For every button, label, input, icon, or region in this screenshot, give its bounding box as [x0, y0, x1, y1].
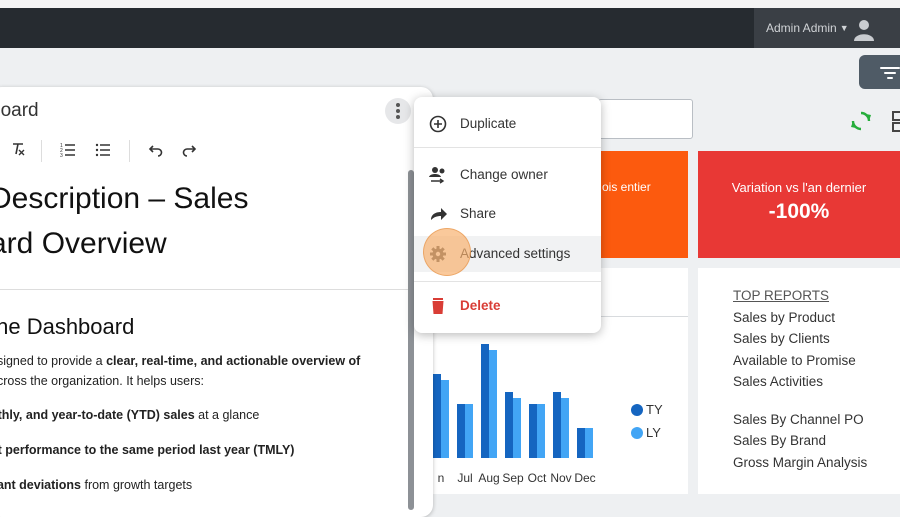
- bar-ly-n: [441, 380, 449, 458]
- text: across the organization. It helps users:: [0, 374, 205, 388]
- undo-icon[interactable]: [147, 141, 163, 157]
- add-circle-icon: [429, 115, 447, 133]
- top-reports-card: TOP REPORTS Sales by Product Sales by Cl…: [698, 268, 900, 494]
- refresh-icon[interactable]: [850, 110, 872, 132]
- kpi-card-variation: Variation vs l'an dernier -100%: [698, 151, 900, 258]
- report-link[interactable]: Gross Margin Analysis: [733, 455, 867, 470]
- report-link[interactable]: Available to Promise: [733, 353, 856, 368]
- filter-button[interactable]: [859, 55, 900, 89]
- bullet-item: cant deviations from growth targets: [0, 478, 192, 492]
- trash-icon: [432, 298, 444, 314]
- context-menu: Duplicate Change owner Share Advanced se…: [414, 97, 601, 333]
- report-link[interactable]: Sales Activities: [733, 374, 823, 389]
- bold-text: nt performance to the same period last y…: [0, 443, 295, 457]
- menu-item-label: Share: [460, 206, 497, 221]
- menu-separator: [414, 147, 601, 148]
- layout-icon[interactable]: [892, 110, 900, 132]
- bar-ty-n: [433, 374, 441, 458]
- x-tick-label: Sep: [502, 471, 524, 485]
- legend-label: TY: [646, 402, 663, 417]
- menu-item-duplicate[interactable]: Duplicate: [414, 106, 601, 142]
- menu-item-label: Delete: [460, 298, 501, 313]
- menu-item-label: Advanced settings: [460, 246, 571, 261]
- people-swap-icon: [429, 167, 445, 184]
- text: from growth targets: [81, 478, 193, 492]
- heading-1: Description – Sales: [0, 182, 249, 215]
- clear-format-icon[interactable]: [10, 141, 26, 157]
- bar-ly-nov: [561, 398, 569, 458]
- bar-ty-oct: [529, 404, 537, 458]
- ordered-list-icon[interactable]: 1 2 3: [60, 141, 76, 157]
- x-tick-label: Aug: [478, 471, 499, 485]
- share-arrow-icon: [431, 208, 447, 220]
- menu-item-label: Duplicate: [460, 116, 517, 131]
- svg-text:3: 3: [60, 153, 63, 157]
- bold-text: cant deviations: [0, 478, 81, 492]
- legend-label: LY: [646, 425, 661, 440]
- description-editor-panel: board 1 2 3 Description – Sales ard Over…: [0, 87, 433, 517]
- report-link[interactable]: Sales by Clients: [733, 331, 830, 346]
- heading-2: the Dashboard: [0, 314, 135, 339]
- top-navbar: Admin Admin ▼: [0, 8, 900, 48]
- bold-text: nthly, and year-to-date (YTD) sales: [0, 408, 195, 422]
- top-reports-title[interactable]: TOP REPORTS: [733, 288, 829, 303]
- divider: [0, 289, 433, 290]
- bar-ty-jul: [457, 404, 465, 458]
- text: esigned to provide a: [0, 354, 107, 368]
- toolbar-separator: [41, 140, 42, 162]
- bar-ly-aug: [489, 350, 497, 458]
- legend-marker: [631, 427, 643, 439]
- bar-ly-oct: [537, 404, 545, 458]
- paragraph: esigned to provide a clear, real-time, a…: [0, 354, 360, 368]
- bullet-item: nt performance to the same period last y…: [0, 443, 294, 457]
- x-tick-label: Oct: [528, 471, 547, 485]
- menu-item-change-owner[interactable]: Change owner: [414, 157, 601, 193]
- x-tick-label: n: [438, 471, 445, 485]
- filter-icon: [880, 67, 900, 69]
- x-tick-label: Jul: [457, 471, 472, 485]
- x-tick-label: Nov: [550, 471, 571, 485]
- kpi-value: -100%: [768, 200, 830, 223]
- kpi-label: Variation vs l'an dernier: [731, 180, 867, 195]
- bold-text: clear, real-time, and actionable overvie…: [106, 354, 361, 368]
- kpi-label: ois entier: [602, 180, 651, 194]
- bar-ty-nov: [553, 392, 561, 458]
- bullet-list-icon[interactable]: [95, 141, 111, 157]
- bar-ly-sep: [513, 398, 521, 458]
- user-menu[interactable]: Admin Admin ▼: [754, 8, 900, 48]
- menu-separator: [414, 281, 601, 282]
- redo-icon[interactable]: [182, 141, 198, 157]
- click-indicator: [423, 228, 471, 276]
- panel-title: board: [0, 100, 39, 121]
- more-options-button[interactable]: [385, 98, 411, 124]
- menu-item-share[interactable]: Share: [414, 196, 601, 232]
- paragraph: across the organization. It helps users:: [0, 374, 204, 388]
- user-avatar-icon: [854, 20, 874, 41]
- kebab-icon: [396, 103, 400, 107]
- report-link[interactable]: Sales By Channel PO: [733, 412, 864, 427]
- kpi-card-orange: ois entier: [598, 151, 688, 258]
- menu-item-delete[interactable]: Delete: [414, 288, 601, 324]
- bullet-item: nthly, and year-to-date (YTD) sales at a…: [0, 408, 259, 422]
- report-link[interactable]: Sales By Brand: [733, 433, 826, 448]
- text: at a glance: [194, 408, 260, 422]
- legend-marker: [631, 404, 643, 416]
- report-link[interactable]: Sales by Product: [733, 310, 835, 325]
- menu-item-label: Change owner: [460, 167, 548, 182]
- heading-1: ard Overview: [0, 227, 167, 260]
- bar-ty-aug: [481, 344, 489, 458]
- toolbar-separator: [129, 140, 130, 162]
- bar-ty-dec: [577, 428, 585, 458]
- browser-strip: [0, 0, 900, 8]
- bar-ly-jul: [465, 404, 473, 458]
- x-tick-label: Dec: [574, 471, 595, 485]
- username: Admin Admin: [766, 21, 837, 35]
- search-input[interactable]: [598, 99, 693, 139]
- caret-down-icon: ▼: [839, 23, 849, 33]
- bar-ty-sep: [505, 392, 513, 458]
- bar-ly-dec: [585, 428, 593, 458]
